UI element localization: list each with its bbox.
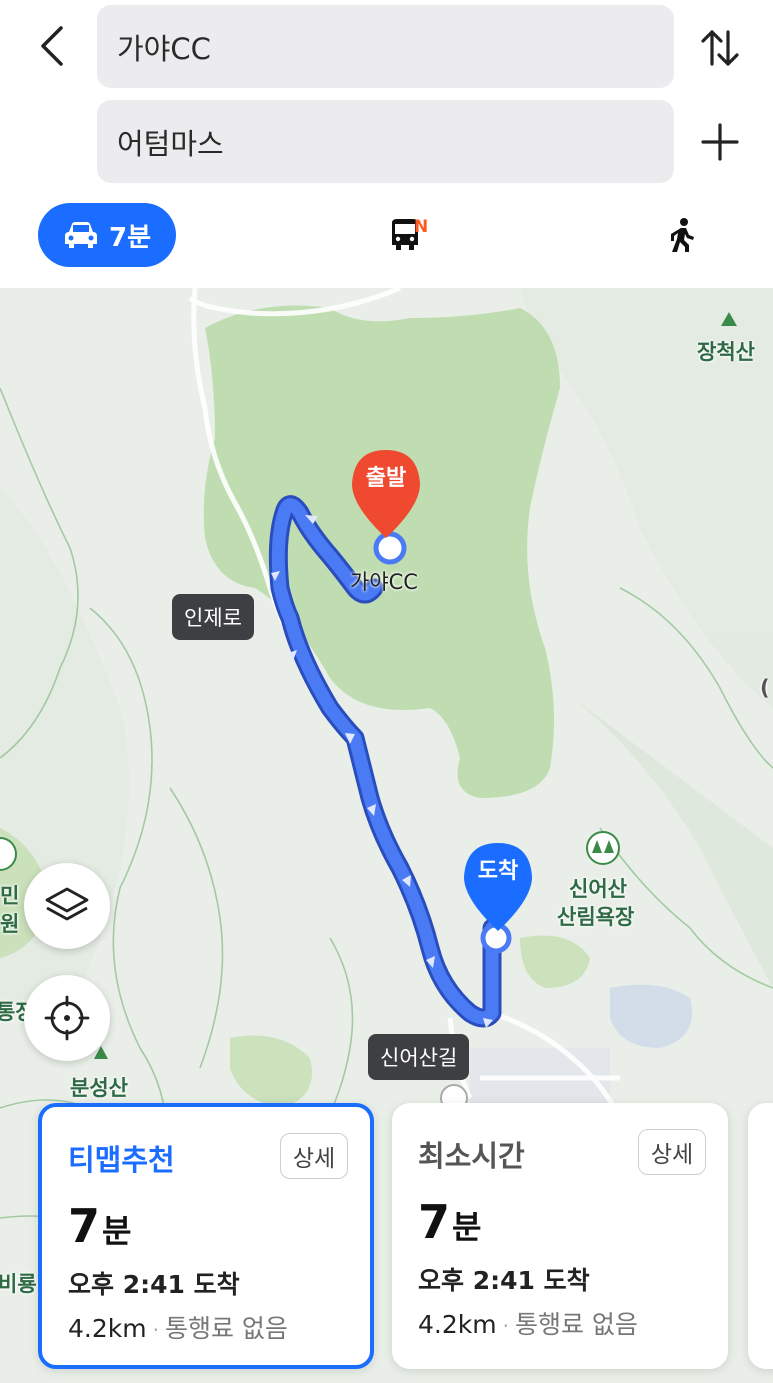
label-edge-left-2: 원	[0, 912, 20, 936]
route-arrival-time: 오후 2:41 도착	[68, 1270, 240, 1299]
route-distance: 4.2km	[68, 1314, 147, 1343]
tab-transit[interactable]: N	[370, 203, 440, 267]
route-distance: 4.2km	[418, 1310, 497, 1339]
route-duration-unit: 분	[102, 1212, 132, 1250]
road-label-inje: 인제로	[172, 594, 254, 640]
separator-dot: ·	[502, 1314, 509, 1338]
route-toll: 통행료 없음	[514, 1310, 638, 1339]
label-forest-line2: 산림욕장	[557, 905, 635, 929]
route-detail-button[interactable]: 상세	[638, 1129, 706, 1175]
walking-person-icon	[671, 218, 694, 252]
route-detail-button[interactable]: 상세	[280, 1133, 348, 1179]
current-location-button[interactable]	[24, 975, 110, 1061]
route-toll: 통행료 없음	[164, 1314, 288, 1343]
separator-dot: ·	[152, 1318, 159, 1342]
crosshair-icon	[44, 995, 90, 1041]
label-bunseong-mountain: 분성산	[70, 1076, 128, 1100]
plus-icon	[701, 123, 739, 161]
route-card-recommended[interactable]: 티맵추천 상세 7분 오후 2:41 도착 4.2km · 통행료 없음	[38, 1103, 374, 1369]
label-edge-left-1: 민	[0, 884, 20, 908]
route-meta: 4.2km · 통행료 없음	[68, 1309, 288, 1345]
tab-walk[interactable]	[655, 203, 709, 267]
label-edge-right: (	[760, 676, 770, 700]
back-button[interactable]	[28, 22, 76, 70]
car-time-label: 7분	[108, 222, 151, 253]
swap-arrows-icon	[701, 30, 739, 66]
route-card-partial[interactable]	[748, 1103, 773, 1369]
label-origin-place: 가야CC	[350, 570, 418, 594]
transport-mode-tabs: 7분 N	[0, 200, 773, 272]
route-search-header: 가야CC 어텀마스 7분 N	[0, 0, 773, 288]
end-pin[interactable]: 도착	[462, 841, 534, 937]
destination-input[interactable]: 어텀마스	[97, 100, 674, 183]
start-pin[interactable]: 출발	[350, 448, 422, 544]
route-duration-value: 7	[68, 1199, 101, 1253]
origin-input-text: 가야CC	[117, 31, 211, 66]
route-card-title: 티맵추천	[68, 1143, 175, 1177]
end-pin-label: 도착	[477, 859, 519, 884]
route-arrival-time: 오후 2:41 도착	[418, 1266, 590, 1295]
add-waypoint-button[interactable]	[692, 114, 748, 170]
route-card-fastest[interactable]: 최소시간 상세 7분 오후 2:41 도착 4.2km · 통행료 없음	[392, 1103, 728, 1369]
label-edge-left-4: 비룡	[0, 1272, 37, 1296]
destination-input-text: 어텀마스	[117, 126, 224, 161]
route-duration: 7분	[68, 1199, 131, 1253]
origin-input[interactable]: 가야CC	[97, 5, 674, 88]
tab-car[interactable]: 7분	[38, 203, 176, 267]
route-card-title: 최소시간	[418, 1139, 525, 1173]
route-duration-unit: 분	[452, 1208, 482, 1246]
car-icon	[64, 222, 97, 248]
label-forest-line1: 신어산	[569, 877, 627, 901]
label-jangcheok-mountain: 장척산	[697, 340, 755, 364]
route-meta: 4.2km · 통행료 없음	[418, 1305, 638, 1341]
route-duration: 7분	[418, 1195, 481, 1249]
road-label-sineosan: 신어산길	[368, 1034, 470, 1080]
map-layers-button[interactable]	[24, 863, 110, 949]
layers-icon	[45, 887, 89, 921]
route-duration-value: 7	[418, 1195, 451, 1249]
new-badge: N	[414, 217, 429, 237]
chevron-left-icon	[41, 26, 63, 66]
start-pin-label: 출발	[365, 466, 407, 491]
swap-button[interactable]	[692, 20, 748, 76]
